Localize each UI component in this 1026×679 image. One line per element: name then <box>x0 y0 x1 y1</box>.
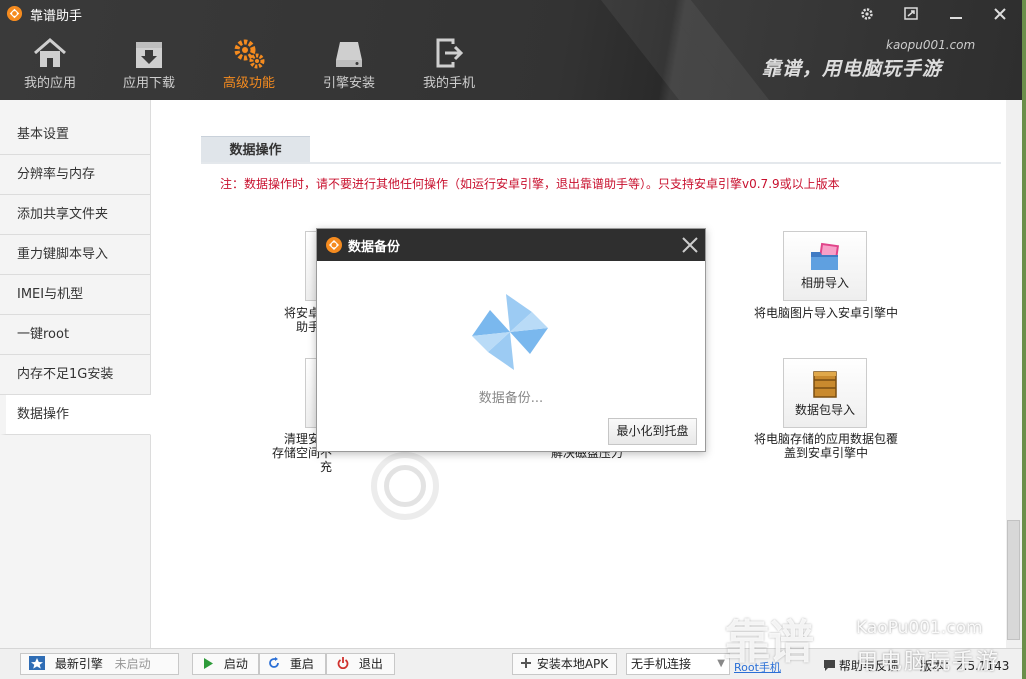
play-icon <box>204 658 213 669</box>
title-bar: 靠谱助手 <box>0 0 1022 28</box>
exit-label: 退出 <box>358 657 383 671</box>
nav-label: 我的应用 <box>23 76 76 91</box>
dialog-close-button[interactable] <box>679 234 701 256</box>
phone-select-value: 无手机连接 <box>631 657 692 671</box>
close-icon <box>682 237 698 253</box>
data-package-import-button[interactable]: 数据包导入 <box>783 358 867 428</box>
nav-app-download[interactable]: 应用下载 <box>99 30 199 100</box>
export-icon <box>436 38 464 68</box>
close-button[interactable] <box>978 0 1022 28</box>
crate-icon <box>813 371 837 398</box>
data-package-import-desc: 将电脑存储的应用数据包覆 盖到安卓引擎中 <box>742 432 910 460</box>
backup-dialog: 数据备份 数据备份... 最小化到托盘 <box>316 228 706 452</box>
restore-icon <box>904 7 918 20</box>
start-label: 启动 <box>223 657 248 671</box>
section-divider <box>201 162 1001 164</box>
start-button[interactable]: 启动 <box>192 653 259 675</box>
restart-icon <box>269 657 279 668</box>
engine-label: 最新引擎 <box>54 657 103 671</box>
section-tab[interactable]: 数据操作 <box>201 136 310 163</box>
settings-button[interactable] <box>845 0 889 28</box>
help-feedback-label: 帮助与反馈 <box>838 659 899 673</box>
pinwheel-spinner-icon <box>472 294 548 370</box>
nav-label: 应用下载 <box>122 76 175 91</box>
sidebar-item-low-memory[interactable]: 内存不足1G安装 <box>0 355 151 395</box>
install-apk-label: 安装本地APK <box>536 657 609 671</box>
sidebar-item-data-ops[interactable]: 数据操作 <box>0 395 151 435</box>
photo-album-icon <box>811 242 840 270</box>
engine-icon <box>29 656 45 670</box>
nav-advanced[interactable]: 高级功能 <box>199 30 299 100</box>
nav-label: 高级功能 <box>222 76 275 91</box>
app-title: 靠谱助手 <box>30 9 83 24</box>
restart-button[interactable]: 重启 <box>259 653 326 675</box>
chevron-down-icon: ▼ <box>717 658 725 669</box>
exit-button[interactable]: 退出 <box>326 653 395 675</box>
sidebar-item-root[interactable]: 一键root <box>0 315 151 355</box>
site-url: kaopu001.com <box>886 38 976 52</box>
plus-icon <box>521 658 531 668</box>
minimize-to-tray-button[interactable]: 最小化到托盘 <box>608 418 697 445</box>
close-icon <box>994 8 1006 20</box>
slogan: 靠谱，用电脑玩手游 <box>762 58 943 80</box>
sidebar-item-shared-folder[interactable]: 添加共享文件夹 <box>0 195 151 235</box>
help-feedback-link[interactable]: 帮助与反馈 <box>824 657 899 674</box>
root-phone-link[interactable]: Root手机 <box>734 659 781 675</box>
engine-state: 未启动 <box>114 657 151 671</box>
dialog-status: 数据备份... <box>478 391 544 406</box>
chat-icon <box>824 660 835 671</box>
app-logo-icon <box>326 237 342 253</box>
data-package-import-label: 数据包导入 <box>794 403 855 417</box>
phone-select[interactable]: 无手机连接 ▼ <box>626 653 730 675</box>
header: 靠谱助手 我的应用 应用下载 高级功能 引擎安装 我的手机 kaopu001.c… <box>0 0 1022 100</box>
dialog-title: 数据备份 <box>348 240 401 255</box>
nav-label: 我的手机 <box>422 76 475 91</box>
dialog-header: 数据备份 <box>317 229 705 261</box>
restart-label: 重启 <box>289 657 314 671</box>
notice-text: 注：数据操作时，请不要进行其他任何操作（如运行安卓引擎，退出靠谱助手等）。只支持… <box>220 177 840 191</box>
album-import-button[interactable]: 相册导入 <box>783 231 867 301</box>
install-apk-button[interactable]: 安装本地APK <box>512 653 617 675</box>
minimize-icon <box>950 17 962 19</box>
sidebar-item-basic-settings[interactable]: 基本设置 <box>0 115 151 155</box>
engine-status[interactable]: 最新引擎 未启动 <box>20 653 179 675</box>
sidebar-item-imei[interactable]: IMEI与机型 <box>0 275 151 315</box>
app-window: 靠谱助手 我的应用 应用下载 高级功能 引擎安装 我的手机 kaopu001.c… <box>0 0 1022 679</box>
loading-ring-decoration <box>384 465 426 507</box>
disk-icon <box>336 42 362 67</box>
data-package-desc-line: 将电脑存储的应用数据包覆 <box>753 432 898 446</box>
home-icon <box>34 38 66 67</box>
minimize-button[interactable] <box>934 0 978 28</box>
album-import-desc: 将电脑图片导入安卓引擎中 <box>753 306 898 320</box>
download-icon <box>136 42 162 68</box>
app-logo-icon <box>6 5 23 22</box>
nav-engine-install[interactable]: 引擎安装 <box>299 30 399 100</box>
nav-my-apps[interactable]: 我的应用 <box>0 30 100 100</box>
sidebar: 基本设置 分辨率与内存 添加共享文件夹 重力键脚本导入 IMEI与机型 一键ro… <box>0 100 151 648</box>
version-label: 版本：2.5.1143 <box>920 659 1010 673</box>
gear-icon <box>861 8 873 20</box>
nav-label: 引擎安装 <box>322 76 375 91</box>
nav-my-phone[interactable]: 我的手机 <box>399 30 499 100</box>
status-bar: 最新引擎 未启动 启动 重启 退出 安装本地APK 无手机连接 ▼ Root手机… <box>0 648 1022 679</box>
album-import-label: 相册导入 <box>800 276 849 290</box>
scrollbar-thumb[interactable] <box>1007 520 1020 640</box>
gears-icon <box>234 39 265 69</box>
sidebar-item-gravity-script[interactable]: 重力键脚本导入 <box>0 235 151 275</box>
sidebar-item-resolution-memory[interactable]: 分辨率与内存 <box>0 155 151 195</box>
power-icon <box>337 657 349 670</box>
mini-mode-button[interactable] <box>889 0 933 28</box>
data-package-desc-line: 盖到安卓引擎中 <box>783 446 868 460</box>
